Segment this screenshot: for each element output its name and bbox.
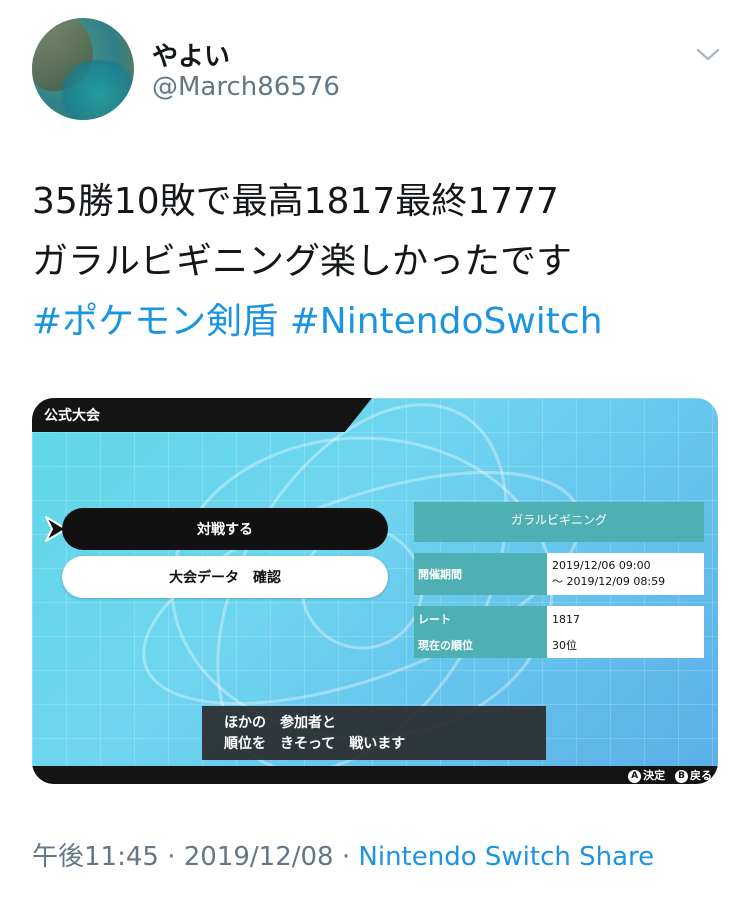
message-line: 順位を きそって 戦います: [224, 736, 406, 752]
rate-label: レート: [414, 606, 547, 632]
chevron-down-icon[interactable]: [694, 40, 722, 68]
hashtag-line: #ポケモン剣盾 #NintendoSwitch: [32, 292, 722, 352]
hashtag-link[interactable]: #NintendoSwitch: [290, 301, 603, 342]
screen-footer-bar: [32, 766, 718, 784]
message-line: ほかの 参加者と: [224, 715, 336, 731]
tweet-line: 35勝10敗で最高1817最終1777: [32, 181, 559, 222]
tweet-date[interactable]: 2019/12/08: [184, 842, 334, 872]
rate-row: レート 1817: [414, 606, 704, 632]
user-handle[interactable]: @March86576: [152, 72, 340, 102]
battle-button[interactable]: 対戦する: [62, 508, 388, 550]
rank-row: 現在の順位 30位: [414, 632, 704, 658]
tweet-meta: 午後11:45 · 2019/12/08 · Nintendo Switch S…: [32, 836, 654, 873]
tweet-line: ガラルビギニング楽しかったです: [32, 241, 573, 282]
back-hint: 戻る: [690, 769, 712, 782]
confirm-hint: 決定: [643, 769, 666, 782]
control-hints: A 決定 B 戻る: [622, 767, 712, 783]
period-label: 開催期間: [414, 553, 547, 595]
b-button-icon: B: [675, 769, 688, 783]
period-end: ～ 2019/12/09 08:59: [552, 575, 666, 588]
separator: ·: [158, 842, 184, 872]
competition-name: ガラルビギニング: [414, 502, 704, 542]
period-value: 2019/12/06 09:00 ～ 2019/12/09 08:59: [547, 553, 704, 595]
rank-label: 現在の順位: [414, 632, 547, 658]
period-start: 2019/12/06 09:00: [552, 559, 651, 572]
hashtag-link[interactable]: #ポケモン剣盾: [32, 301, 278, 342]
rate-value: 1817: [547, 606, 704, 632]
separator: ·: [333, 842, 359, 872]
message-box: ほかの 参加者と 順位を きそって 戦います: [202, 706, 546, 760]
competition-data-button[interactable]: 大会データ 確認: [62, 556, 388, 598]
a-button-icon: A: [628, 769, 642, 783]
rank-value: 30位: [547, 632, 704, 658]
period-row: 開催期間 2019/12/06 09:00 ～ 2019/12/09 08:59: [414, 553, 704, 595]
attached-screenshot[interactable]: 公式大会 対戦する 大会データ 確認 ガラルビギニング 開催期間 2019/12…: [32, 398, 718, 784]
avatar[interactable]: [32, 18, 134, 120]
display-name[interactable]: やよい: [152, 36, 230, 73]
screen-header-title: 公式大会: [44, 408, 100, 424]
tweet-time[interactable]: 午後11:45: [32, 842, 159, 872]
tweet-text: 35勝10敗で最高1817最終1777 ガラルビギニング楽しかったです #ポケモ…: [32, 172, 722, 352]
source-link[interactable]: Nintendo Switch Share: [358, 842, 654, 872]
